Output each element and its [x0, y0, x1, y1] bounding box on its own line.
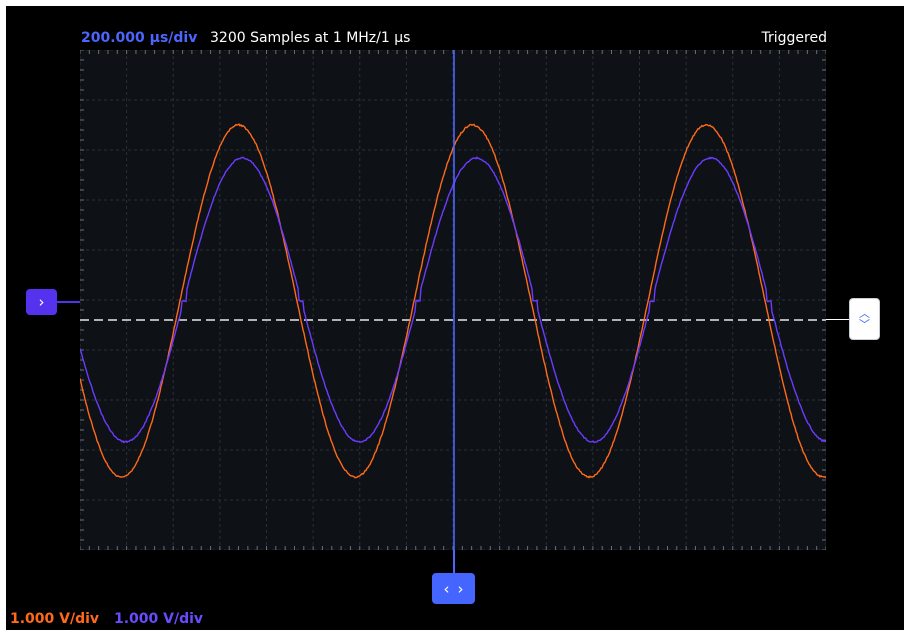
chevron-left-icon: ‹	[444, 580, 450, 598]
oscilloscope-panel: 200.000 µs/div 3200 Samples at 1 MHz/1 µ…	[6, 6, 904, 630]
channel-2-volts-per-div[interactable]: 1.000 V/div	[114, 611, 203, 627]
time-cursor-stem	[453, 550, 455, 573]
channel-offset-line	[57, 301, 80, 303]
chevron-right-icon: ›	[39, 293, 45, 311]
trigger-level-handle[interactable]: ︿ ﹀	[849, 298, 880, 340]
grid-lines	[80, 50, 826, 550]
sample-rate-label: 3200 Samples at 1 MHz/1 µs	[210, 30, 410, 46]
chevron-right-icon: ›	[458, 580, 464, 598]
time-per-div-label[interactable]: 200.000 µs/div	[81, 30, 197, 46]
waveform-graph	[80, 50, 826, 550]
time-cursor-handle[interactable]: ‹ ›	[432, 573, 475, 604]
chevron-down-icon: ﹀	[859, 319, 870, 330]
waveform-display[interactable]	[80, 50, 826, 550]
trigger-status: Triggered	[762, 30, 827, 46]
channel-offset-marker[interactable]: ›	[26, 289, 57, 315]
trigger-level-connector	[826, 319, 849, 320]
channel-1-volts-per-div[interactable]: 1.000 V/div	[10, 611, 99, 627]
